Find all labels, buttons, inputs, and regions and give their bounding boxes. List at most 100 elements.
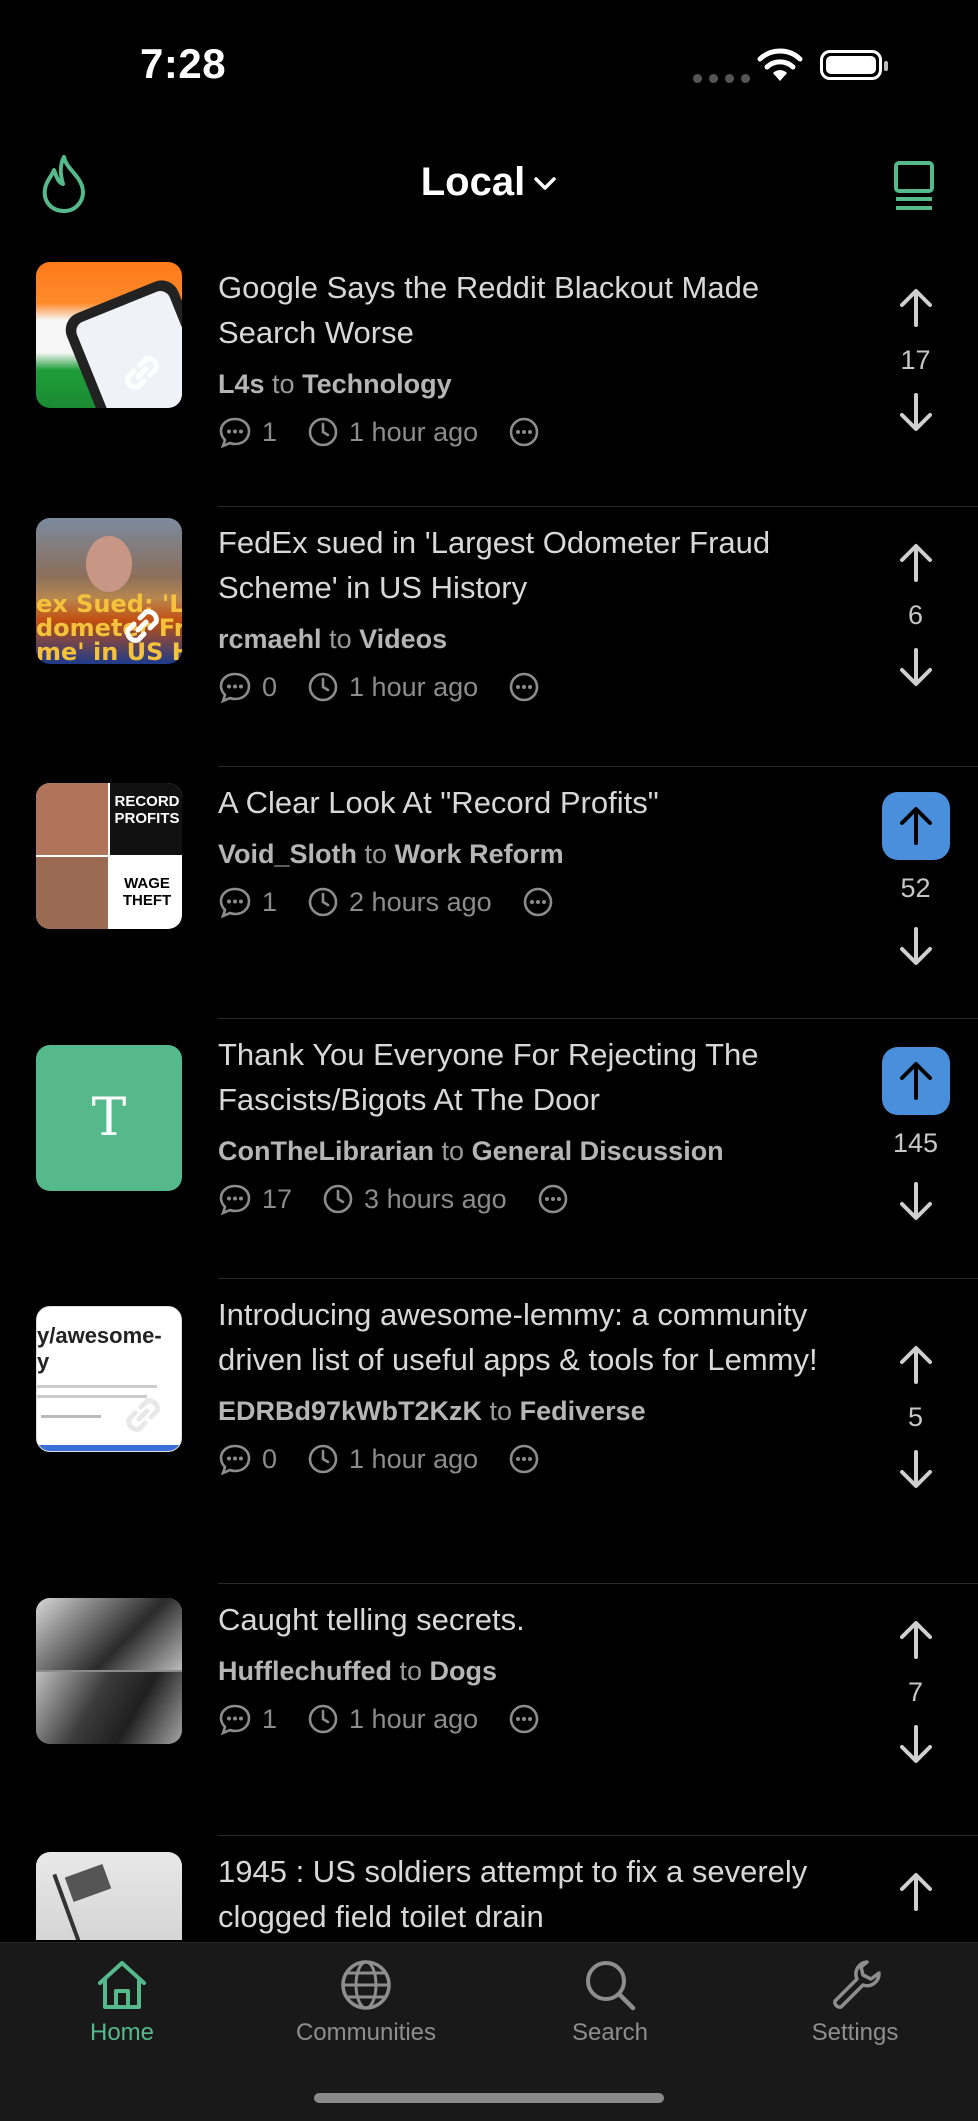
post-title[interactable]: FedEx sued in 'Largest Odometer Fraud Sc… [218, 520, 828, 610]
post-thumbnail[interactable]: T [36, 1045, 182, 1191]
clock-icon [308, 672, 338, 702]
post-item[interactable]: Caught telling secrets. Hufflechuffed to… [36, 1584, 978, 1836]
post-author[interactable]: rcmaehl [218, 624, 322, 654]
downvote-button[interactable] [882, 1435, 950, 1503]
tab-settings[interactable]: Settings [755, 1957, 955, 2047]
arrow-up-icon [899, 1062, 932, 1100]
more-icon[interactable] [522, 886, 554, 918]
home-indicator[interactable] [314, 2093, 664, 2103]
post-author[interactable]: ConTheLibrarian [218, 1136, 434, 1166]
post-community[interactable]: Work Reform [395, 839, 564, 869]
post-info: 1 1 hour ago [218, 416, 828, 448]
arrow-up-icon [899, 289, 932, 327]
post-thumbnail[interactable] [36, 1598, 182, 1744]
post-title[interactable]: 1945 : US soldiers attempt to fix a seve… [218, 1849, 828, 1939]
link-icon [126, 1398, 160, 1432]
more-icon[interactable] [508, 671, 540, 703]
post-thumbnail[interactable] [36, 1852, 182, 1940]
post-author[interactable]: Void_Sloth [218, 839, 357, 869]
more-icon[interactable] [537, 1183, 569, 1215]
more-icon[interactable] [508, 1703, 540, 1735]
post-thumbnail[interactable] [36, 262, 182, 408]
vote-column: 7 [853, 1606, 978, 1778]
arrow-down-icon [899, 927, 932, 965]
post-community[interactable]: Dogs [430, 1656, 498, 1686]
tab-home[interactable]: Home [22, 1957, 222, 2047]
post-item[interactable]: y/awesome-y Introducing awesome-lemmy: a… [36, 1279, 978, 1584]
upvote-button[interactable] [881, 1047, 950, 1115]
post-thumbnail[interactable]: ex Sued: 'Largdometer Fraume' in US His [36, 518, 182, 664]
downvote-button[interactable] [882, 1710, 950, 1778]
post-attribution: rcmaehl to Videos [218, 624, 828, 655]
vote-column: 5 [853, 1331, 978, 1503]
upvote-button[interactable] [882, 1606, 950, 1674]
post-time: 3 hours ago [364, 1183, 507, 1214]
post-author[interactable]: EDRBd97kWbT2KzK [218, 1396, 482, 1426]
post-item[interactable]: ex Sued: 'Largdometer Fraume' in US His … [36, 507, 978, 767]
vote-column: 52 [853, 792, 978, 980]
downvote-button[interactable] [882, 1167, 950, 1235]
post-item[interactable]: T Thank You Everyone For Rejecting The F… [36, 1019, 978, 1279]
tab-search[interactable]: Search [510, 1957, 710, 2047]
attribution-to: to [364, 839, 388, 869]
comment-icon [219, 1704, 251, 1735]
post-item[interactable]: Google Says the Reddit Blackout Made Sea… [36, 252, 978, 507]
downvote-button[interactable] [882, 912, 950, 980]
upvote-button[interactable] [882, 274, 950, 342]
upvote-button[interactable] [882, 1331, 950, 1399]
more-icon[interactable] [508, 1443, 540, 1475]
clock-icon [308, 1444, 338, 1474]
attribution-to: to [489, 1396, 513, 1426]
status-bar: 7:28 [0, 0, 978, 130]
arrow-down-icon [899, 1725, 932, 1763]
tab-communities[interactable]: Communities [266, 1957, 466, 2047]
clock-icon [308, 1704, 338, 1734]
post-time: 1 hour ago [349, 416, 479, 447]
post-community[interactable]: Technology [302, 369, 452, 399]
post-community[interactable]: General Discussion [472, 1136, 724, 1166]
upvote-button[interactable] [881, 792, 950, 860]
post-score: 7 [907, 1677, 924, 1707]
post-score: 6 [907, 600, 924, 630]
post-author[interactable]: Hufflechuffed [218, 1656, 392, 1686]
post-thumbnail[interactable]: RECORD PROFITS WAGE THEFT [36, 783, 182, 929]
attribution-to: to [272, 369, 295, 399]
post-title[interactable]: A Clear Look At "Record Profits" [218, 780, 828, 825]
attribution-to: to [329, 624, 352, 654]
thumbnail-letter: T [91, 1088, 127, 1148]
arrow-up-icon [899, 1621, 932, 1659]
post-title[interactable]: Thank You Everyone For Rejecting The Fas… [218, 1032, 828, 1122]
globe-icon [341, 1960, 391, 2010]
upvote-button[interactable] [882, 529, 950, 597]
upvote-button[interactable] [882, 1858, 950, 1926]
post-item[interactable]: RECORD PROFITS WAGE THEFT A Clear Look A… [36, 767, 978, 1019]
arrow-down-icon [899, 648, 932, 686]
post-title[interactable]: Introducing awesome-lemmy: a community d… [218, 1292, 828, 1382]
feed-selector[interactable]: Local [0, 160, 978, 205]
downvote-button[interactable] [882, 378, 950, 446]
post-item[interactable]: 1945 : US soldiers attempt to fix a seve… [36, 1836, 978, 1940]
post-title[interactable]: Caught telling secrets. [218, 1597, 828, 1642]
arrow-down-icon [899, 1182, 932, 1220]
comment-icon [219, 417, 251, 448]
post-info: 1 2 hours ago [218, 886, 828, 918]
downvote-button[interactable] [882, 633, 950, 701]
arrow-up-icon [899, 1346, 932, 1384]
comment-count: 1 [262, 1703, 278, 1734]
comment-icon [219, 1184, 251, 1215]
post-author[interactable]: L4s [218, 369, 265, 399]
more-icon[interactable] [508, 416, 540, 448]
post-thumbnail[interactable]: y/awesome-y [36, 1306, 182, 1452]
comment-icon [219, 1444, 251, 1475]
arrow-down-icon [899, 393, 932, 431]
clock-icon [308, 417, 338, 447]
layout-icon[interactable] [890, 160, 938, 212]
post-title[interactable]: Google Says the Reddit Blackout Made Sea… [218, 265, 828, 355]
post-community[interactable]: Videos [359, 624, 447, 654]
post-attribution: Hufflechuffed to Dogs [218, 1656, 828, 1687]
thumbnail-caption: RECORD PROFITS [114, 793, 180, 827]
attribution-to: to [399, 1656, 423, 1686]
post-community[interactable]: Fediverse [520, 1396, 646, 1426]
comment-count: 1 [262, 886, 278, 917]
comment-count: 17 [262, 1183, 293, 1214]
